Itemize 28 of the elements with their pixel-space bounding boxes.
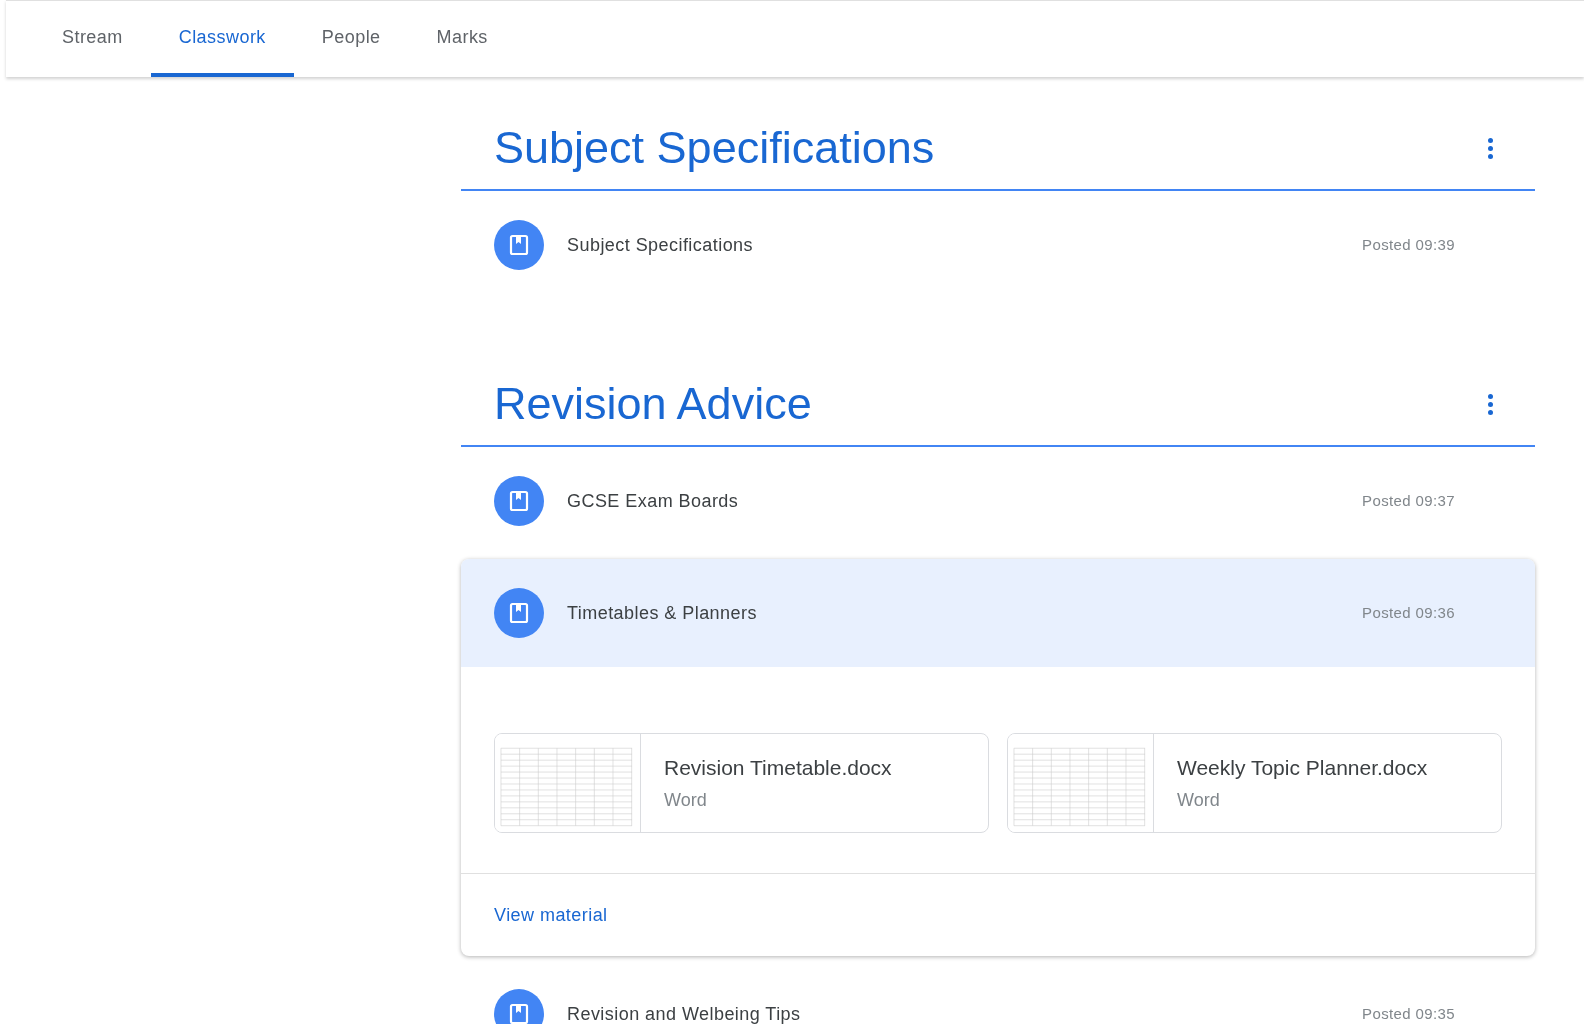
posted-time: Posted 09:35 [1362,1003,1455,1024]
attachment-card[interactable]: Revision Timetable.docx Word [494,733,989,833]
attachment-name: Revision Timetable.docx [664,754,892,781]
tab[interactable]: Stream [34,1,151,77]
tab[interactable]: People [293,1,409,77]
attachment-type: Word [664,789,708,813]
attachment-name: Weekly Topic Planner.docx [1177,754,1428,781]
material-row[interactable]: Subject Specifications Posted 09:39 [461,191,1535,299]
attachment-type: Word [1177,789,1221,813]
posted-time: Posted 09:39 [1362,234,1455,255]
material-row[interactable]: Timetables & Planners Posted 09:36 [461,559,1535,667]
material-icon [494,588,544,638]
attachment-card[interactable]: Weekly Topic Planner.docx Word [1007,733,1502,833]
material-title: GCSE Exam Boards [567,489,740,513]
material-row[interactable]: GCSE Exam Boards Posted 09:37 [461,447,1535,555]
material-row[interactable]: Revision and Welbeing Tips Posted 09:35 [461,960,1535,1024]
posted-time: Posted 09:36 [1362,602,1455,623]
view-material-link[interactable]: View material [494,901,608,929]
material-title: Timetables & Planners [567,601,758,625]
material-icon [494,220,544,270]
tab[interactable]: Classwork [150,1,294,77]
material-title: Revision and Welbeing Tips [567,1002,802,1024]
topic-heading: Subject Specifications [494,121,935,176]
material-title: Subject Specifications [567,233,754,257]
material-icon [494,476,544,526]
tab[interactable]: Marks [408,1,516,77]
posted-time: Posted 09:37 [1362,490,1455,511]
topic-heading: Revision Advice [494,377,812,432]
